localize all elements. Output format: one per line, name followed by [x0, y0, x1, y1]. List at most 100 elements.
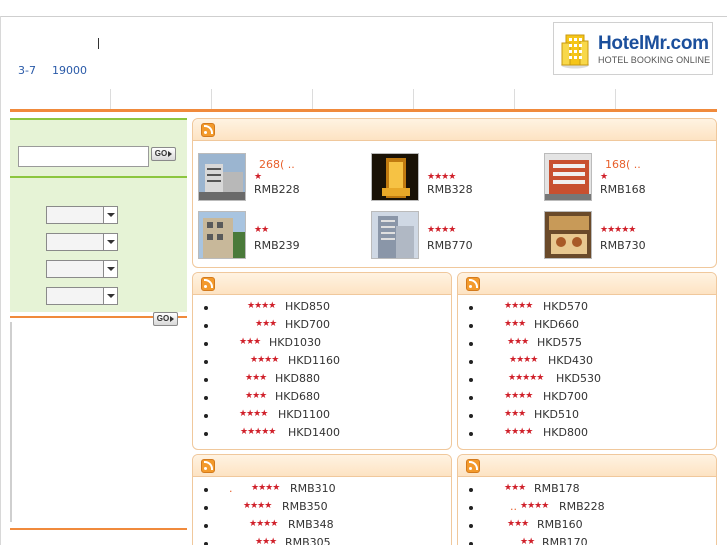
hotel-price: RMB170 — [542, 536, 588, 545]
list-item[interactable]: ★★★★ HKD1160 — [193, 353, 451, 371]
hotel-price: RMB239 — [254, 239, 300, 252]
hotel-price: HKD510 — [534, 408, 579, 421]
cn-hotels-panel-right: ★★★ RMB178 .. ★★★★ RMB228 ★★★ RMB160 ★★ RMB17… — [457, 454, 717, 545]
bullet — [204, 342, 208, 346]
hotelmr-logo[interactable]: HotelMr.com HOTEL BOOKING ONLINE — [553, 22, 713, 75]
hotel-name[interactable]: .. — [510, 500, 517, 513]
list-item[interactable]: ★★★★ HKD1100 — [193, 407, 451, 425]
hotel-price: HKD660 — [534, 318, 579, 331]
bullet — [469, 342, 473, 346]
filter-go-button[interactable]: GO — [153, 312, 178, 326]
list-item[interactable]: ★★★★★ HKD1400 — [193, 425, 451, 443]
logo-brand: HotelMr.com — [598, 33, 709, 54]
hotel-price: HKD680 — [275, 390, 320, 403]
rss-icon[interactable] — [466, 459, 480, 473]
left-border — [0, 16, 1, 545]
filter-select-4[interactable] — [46, 287, 118, 305]
list-item[interactable]: ★★★★ HKD570 — [458, 299, 716, 317]
star-rating: ★★★★★ — [240, 427, 276, 437]
hotel-building-icon — [561, 34, 589, 69]
hotel-photo[interactable] — [544, 153, 592, 201]
hotel-price: RMB730 — [600, 239, 646, 252]
star-rating: ★★★★ — [249, 519, 278, 529]
hotel-photo[interactable] — [544, 211, 592, 259]
list-item[interactable]: .. ★★★★ RMB228 — [458, 499, 716, 517]
bullet — [469, 324, 473, 328]
bullet — [204, 360, 208, 364]
hotel-price: HKD850 — [285, 300, 330, 313]
hotel-name[interactable]: 268( .. — [259, 158, 295, 171]
search-input[interactable] — [18, 146, 149, 167]
star-rating: ★★★★ — [243, 501, 272, 511]
list-item[interactable]: ★★★ HKD880 — [193, 371, 451, 389]
hotel-price: RMB228 — [254, 183, 300, 196]
list-item[interactable]: ★★★★ HKD850 — [193, 299, 451, 317]
hotel-photo[interactable] — [371, 153, 419, 201]
bullet — [204, 414, 208, 418]
bullet — [469, 378, 473, 382]
rss-icon[interactable] — [201, 459, 215, 473]
hotel-price: HKD880 — [275, 372, 320, 385]
bullet — [204, 506, 208, 510]
hotel-count-link[interactable]: 19000 — [52, 64, 87, 77]
hk-hotels-panel-right: ★★★★ HKD570 ★★★ HKD660 ★★★ HKD575 ★★★★ HKD43… — [457, 272, 717, 450]
star-rating: ★★★ — [255, 537, 277, 545]
list-item[interactable]: ★★★★ RMB348 — [193, 517, 451, 535]
list-item[interactable]: . ★★★★ RMB310 — [193, 481, 451, 499]
filter-box — [10, 176, 187, 312]
star-rating: ★★★★ — [509, 355, 538, 365]
filter-select-3[interactable] — [46, 260, 118, 278]
hotel-photo[interactable] — [198, 211, 246, 259]
star-rating: ★★★★ — [520, 501, 549, 511]
list-item[interactable]: ★★ RMB170 — [458, 535, 716, 545]
chevron-down-icon — [103, 207, 117, 223]
list-item[interactable]: ★★★★ HKD700 — [458, 389, 716, 407]
sidebar-bottom-divider — [10, 528, 187, 530]
top-divider — [0, 16, 727, 17]
rss-icon[interactable] — [201, 123, 215, 137]
list-item[interactable]: ★★★ RMB160 — [458, 517, 716, 535]
bullet — [469, 306, 473, 310]
star-rating: ★ — [254, 172, 262, 182]
hotel-name[interactable]: . — [229, 482, 233, 495]
bullet — [204, 378, 208, 382]
hotel-price: HKD530 — [556, 372, 601, 385]
list-item[interactable]: ★★★ HKD1030 — [193, 335, 451, 353]
star-rating: ★★★ — [245, 373, 267, 383]
filter-select-2[interactable] — [46, 233, 118, 251]
star-rating: ★★★ — [507, 519, 529, 529]
star-rating: ★★★★ — [504, 427, 533, 437]
star-rating: ★★★★★ — [508, 373, 544, 383]
featured-hotels-panel: 268( .. ★ RMB228 ★★★★ RMB328 168( .. ★ R… — [192, 118, 717, 268]
star-rating: ★★★★★ — [600, 225, 636, 235]
rss-icon[interactable] — [201, 277, 215, 291]
text-cursor — [98, 38, 99, 49]
list-item[interactable]: ★★★★★ HKD530 — [458, 371, 716, 389]
list-item[interactable]: ★★★ HKD510 — [458, 407, 716, 425]
list-item[interactable]: ★★★ RMB305 — [193, 535, 451, 545]
rss-icon[interactable] — [466, 277, 480, 291]
search-go-button[interactable]: GO — [151, 147, 176, 161]
sidebar-lower: GO — [10, 312, 187, 542]
nav-separator — [211, 89, 212, 109]
list-item[interactable]: ★★★ HKD660 — [458, 317, 716, 335]
list-item[interactable]: ★★★★ HKD800 — [458, 425, 716, 443]
hotel-price: RMB348 — [288, 518, 334, 531]
star-rating: ★ — [600, 172, 608, 182]
list-item[interactable]: ★★★★ HKD430 — [458, 353, 716, 371]
list-item[interactable]: ★★★ HKD680 — [193, 389, 451, 407]
hotel-name[interactable]: 168( .. — [605, 158, 641, 171]
chevron-down-icon — [103, 288, 117, 304]
cn-hotels-panel-left: . ★★★★ RMB310 ★★★★ RMB350 ★★★★ RMB348 ★★★ RMB… — [192, 454, 452, 545]
filter-select-1[interactable] — [46, 206, 118, 224]
list-item[interactable]: ★★★★ RMB350 — [193, 499, 451, 517]
hotel-price: HKD430 — [548, 354, 593, 367]
hotel-price: RMB168 — [600, 183, 646, 196]
list-item[interactable]: ★★★ HKD575 — [458, 335, 716, 353]
list-item[interactable]: ★★★ HKD700 — [193, 317, 451, 335]
star-rating: ★★★★ — [247, 301, 276, 311]
list-item[interactable]: ★★★ RMB178 — [458, 481, 716, 499]
hotel-photo[interactable] — [198, 153, 246, 201]
nav-separator — [413, 89, 414, 109]
hotel-photo[interactable] — [371, 211, 419, 259]
